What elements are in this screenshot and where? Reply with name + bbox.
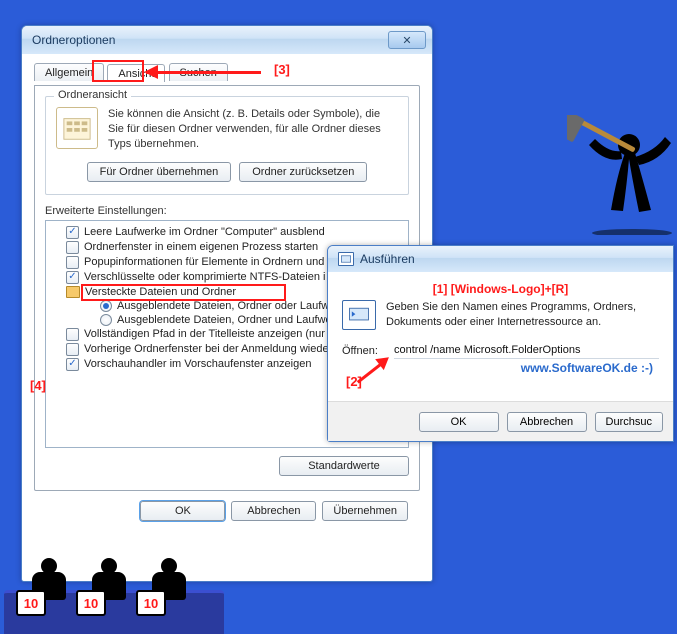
- tree-item[interactable]: Leere Laufwerke im Ordner "Computer" aus…: [48, 225, 406, 240]
- tree-item-label: Versteckte Dateien und Ordner: [85, 286, 236, 298]
- judges-figure: 10 10 10: [4, 556, 234, 634]
- dialog-title: Ordneroptionen: [32, 33, 388, 47]
- checkbox[interactable]: [66, 241, 79, 254]
- ok-button[interactable]: OK: [140, 501, 225, 521]
- folder-view-group: Ordneransicht Sie können die Ansicht (z.…: [45, 96, 409, 195]
- site-link[interactable]: www.SoftwareOK.de :-): [521, 361, 653, 375]
- checkbox[interactable]: [66, 358, 79, 371]
- run-icon: [338, 252, 354, 266]
- radio[interactable]: [100, 314, 112, 326]
- reset-folders-button[interactable]: Ordner zurücksetzen: [239, 162, 367, 182]
- checkbox[interactable]: [66, 343, 79, 356]
- run-title: Ausführen: [360, 252, 415, 266]
- folder-view-icon: [56, 107, 98, 149]
- run-program-icon: [342, 300, 376, 330]
- group-description: Sie können die Ansicht (z. B. Details od…: [108, 107, 398, 152]
- radio[interactable]: [100, 300, 112, 312]
- tree-item-label: Vorherige Ordnerfenster bei der Anmeldun…: [84, 343, 329, 355]
- titlebar[interactable]: Ordneroptionen ✕: [22, 26, 432, 54]
- folder-icon: [66, 286, 80, 298]
- close-button[interactable]: ✕: [388, 31, 426, 49]
- advanced-label: Erweiterte Einstellungen:: [45, 205, 409, 217]
- checkbox[interactable]: [66, 256, 79, 269]
- tree-item-label: Ausgeblendete Dateien, Ordner oder Laufw…: [117, 300, 335, 312]
- run-titlebar[interactable]: Ausführen: [328, 246, 673, 272]
- close-icon: ✕: [402, 34, 411, 47]
- annotation-arrow-3: [146, 66, 266, 79]
- run-cancel-button[interactable]: Abbrechen: [507, 412, 587, 432]
- score-card-1: 10: [16, 590, 46, 616]
- annotation-marker-4: [4]: [30, 378, 46, 393]
- apply-button[interactable]: Übernehmen: [322, 501, 408, 521]
- restore-defaults-button[interactable]: Standardwerte: [279, 456, 409, 476]
- tree-item-label: Vorschauhandler im Vorschaufenster anzei…: [84, 358, 311, 370]
- checkbox[interactable]: [66, 271, 79, 284]
- annotation-2: [2]: [346, 374, 406, 404]
- dialog-footer: OK Abbrechen Übernehmen: [34, 491, 420, 521]
- cancel-button[interactable]: Abbrechen: [231, 501, 316, 521]
- tree-item-label: Vollständigen Pfad in der Titelleiste an…: [84, 328, 325, 340]
- tree-item-label: Leere Laufwerke im Ordner "Computer" aus…: [84, 226, 325, 238]
- run-dialog: Ausführen [1] [Windows-Logo]+[R] Geben S…: [327, 245, 674, 442]
- annotation-marker-1: [1] [Windows-Logo]+[R]: [342, 282, 659, 296]
- group-legend: Ordneransicht: [54, 89, 131, 101]
- score-card-3: 10: [136, 590, 166, 616]
- run-ok-button[interactable]: OK: [419, 412, 499, 432]
- score-card-2: 10: [76, 590, 106, 616]
- tree-item-label: Ordnerfenster in einem eigenen Prozess s…: [84, 241, 318, 253]
- run-footer: OK Abbrechen Durchsuc: [328, 401, 673, 441]
- tabstrip: Allgemein Ansicht Suchen [3]: [34, 62, 420, 85]
- tree-item-label: Verschlüsselte oder komprimierte NTFS-Da…: [84, 271, 325, 283]
- open-input[interactable]: [394, 342, 659, 359]
- checkbox[interactable]: [66, 328, 79, 341]
- tree-item-label: Popupinformationen für Elemente in Ordne…: [84, 256, 324, 268]
- annotation-marker-3: [3]: [274, 62, 290, 77]
- apply-to-folders-button[interactable]: Für Ordner übernehmen: [87, 162, 232, 182]
- hammer-figure: [567, 115, 677, 235]
- tree-item-label: Ausgeblendete Dateien, Ordner und Laufwe: [117, 314, 332, 326]
- checkbox[interactable]: [66, 226, 79, 239]
- run-browse-button[interactable]: Durchsuc: [595, 412, 663, 432]
- tab-general[interactable]: Allgemein: [34, 63, 104, 81]
- run-description: Geben Sie den Namen eines Programms, Ord…: [386, 300, 659, 330]
